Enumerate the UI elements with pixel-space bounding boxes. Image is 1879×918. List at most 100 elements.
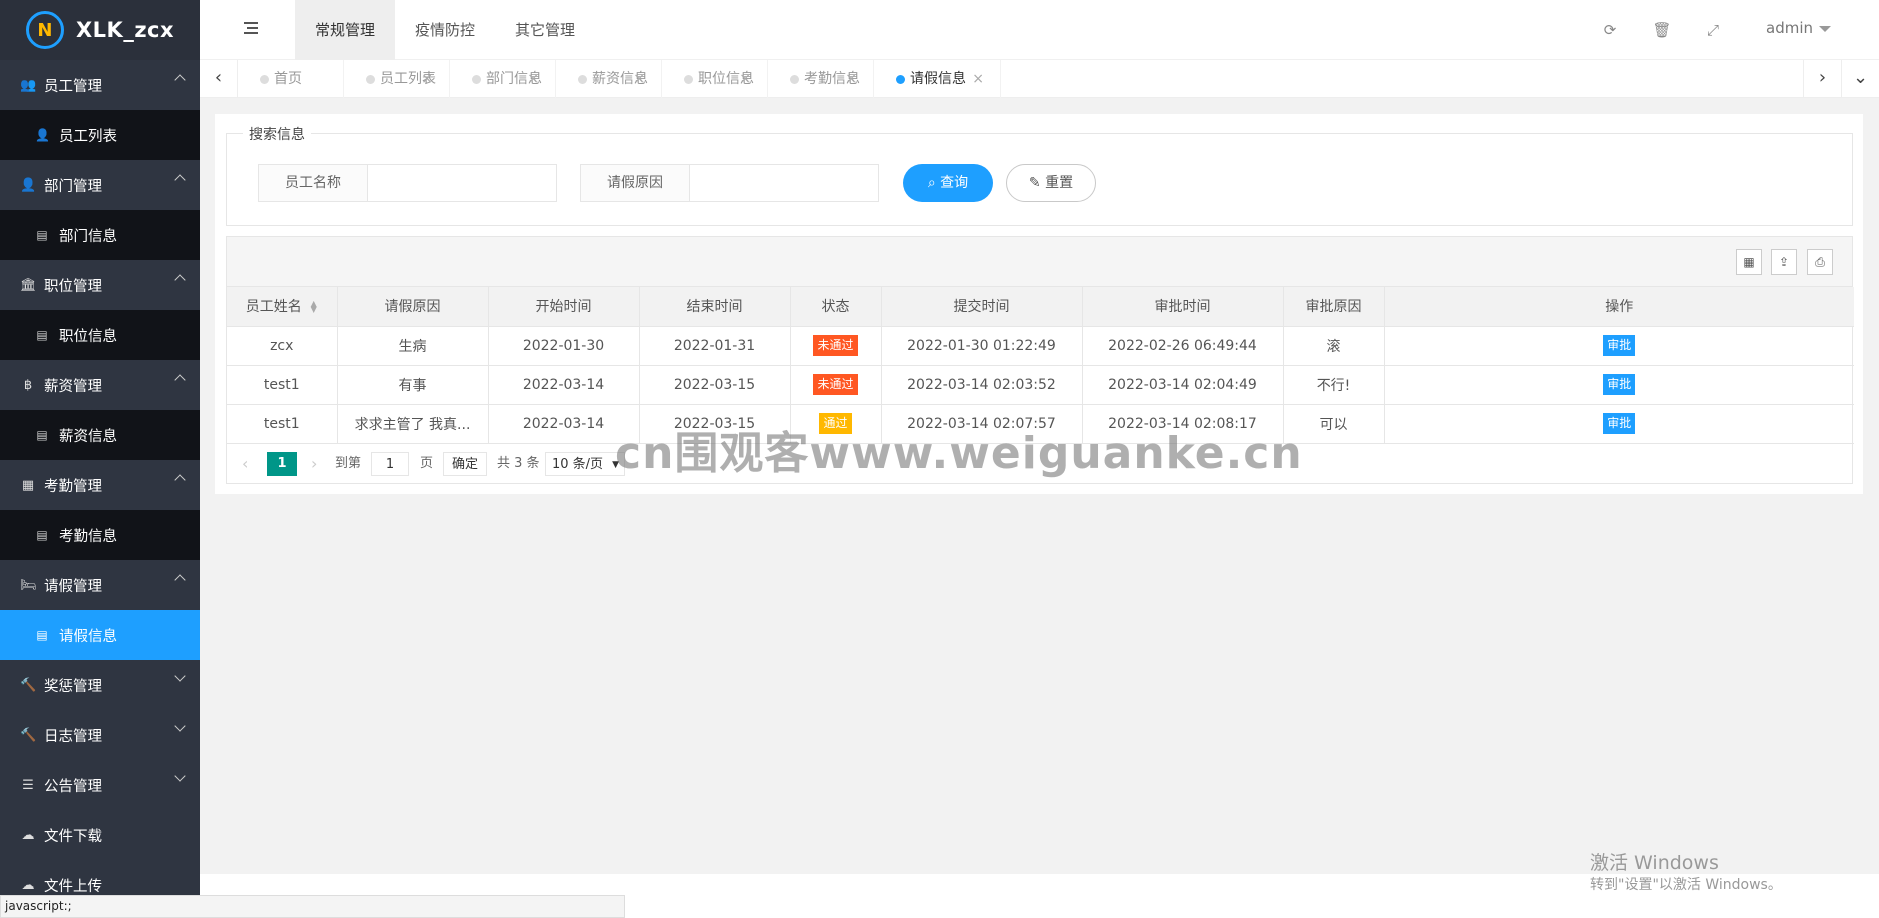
sidebar-item-13[interactable]: 🔨 日志管理 xyxy=(0,710,200,760)
leave-reason-input[interactable] xyxy=(689,164,879,202)
chevron-up-icon xyxy=(174,274,186,286)
page-tab-5[interactable]: 考勤信息 × xyxy=(768,60,874,98)
sidebar-item-label: 文件上传 xyxy=(44,878,102,895)
cell-text: 有事 xyxy=(398,377,427,394)
close-icon[interactable]: × xyxy=(421,60,433,98)
search-icon: ⌕ xyxy=(927,175,941,191)
page-tab-1[interactable]: 员工列表 × xyxy=(344,60,450,98)
table-cell: test1 xyxy=(227,365,338,405)
goto-page-input[interactable]: 1 xyxy=(371,451,409,476)
tab-dot-icon xyxy=(896,75,905,84)
cell-text: 2022-03-14 xyxy=(522,415,605,432)
sort-icon[interactable]: ▲ ▼ xyxy=(310,300,318,314)
query-button-label: 查询 xyxy=(940,175,969,191)
close-icon[interactable]: × xyxy=(972,60,984,98)
menu-toggle-icon[interactable] xyxy=(244,22,258,34)
sidebar-item-label: 请假管理 xyxy=(44,578,102,595)
close-icon[interactable]: × xyxy=(633,60,645,98)
column-header-label: 审批时间 xyxy=(1154,299,1211,316)
approve-button[interactable]: 审批 xyxy=(1603,413,1636,434)
sidebar-item-14[interactable]: ☰ 公告管理 xyxy=(0,760,200,810)
sidebar-item-7[interactable]: ▤ 薪资信息 xyxy=(0,410,200,460)
table-icon: ▤ xyxy=(36,528,48,542)
table-cell: 有事 xyxy=(337,365,489,405)
goto-confirm-button[interactable]: 确定 xyxy=(443,451,488,476)
table-toolbar: ▦ ⇪ ⎙ xyxy=(227,237,1852,287)
table-cell: 2022-01-30 xyxy=(488,326,640,366)
menu-tab-epidemic[interactable]: 疫情防控 xyxy=(395,0,495,60)
tab-dot-icon xyxy=(578,75,587,84)
table-cell: 2022-03-15 xyxy=(639,365,791,405)
cell-text: 生病 xyxy=(398,338,427,355)
page-tab-4[interactable]: 职位信息 × xyxy=(662,60,768,98)
windows-activation-hint: 转到"设置"以激活 Windows。 xyxy=(1590,877,1782,893)
query-button[interactable]: ⌕ 查询 xyxy=(903,164,993,202)
current-page[interactable]: 1 xyxy=(267,451,297,476)
sidebar-item-8[interactable]: ▦ 考勤管理 xyxy=(0,460,200,510)
sidebar-item-label: 员工管理 xyxy=(44,78,102,95)
sidebar-item-label: 薪资信息 xyxy=(59,428,117,445)
sidebar-item-6[interactable]: ฿ 薪资管理 xyxy=(0,360,200,410)
sidebar-item-1[interactable]: 👤 员工列表 xyxy=(0,110,200,160)
column-header: 开始时间 xyxy=(488,287,640,327)
table-cell: 审批 xyxy=(1384,326,1854,366)
user-menu[interactable]: admin xyxy=(1766,19,1831,37)
sidebar-item-2[interactable]: 👤 部门管理 xyxy=(0,160,200,210)
cell-text: 2022-01-30 xyxy=(522,337,605,354)
menu-tab-other[interactable]: 其它管理 xyxy=(495,0,595,60)
table-cell: 未通过 xyxy=(790,326,882,366)
tab-scroll-right-icon[interactable]: › xyxy=(1803,60,1841,98)
refresh-icon[interactable]: ⟳ xyxy=(1600,20,1620,40)
menu-tab-regular[interactable]: 常规管理 xyxy=(295,0,396,60)
sidebar-item-5[interactable]: ▤ 职位信息 xyxy=(0,310,200,360)
leave-reason-label: 请假原因 xyxy=(580,164,690,202)
sidebar-item-10[interactable]: 🛏 请假管理 xyxy=(0,560,200,610)
sidebar-item-9[interactable]: ▤ 考勤信息 xyxy=(0,510,200,560)
page-tab-3[interactable]: 薪资信息 × xyxy=(556,60,662,98)
cloud-download-icon: ☁ xyxy=(21,827,35,843)
sidebar-item-0[interactable]: 👥 员工管理 xyxy=(0,60,200,110)
column-header[interactable]: 员工姓名 ▲ ▼ xyxy=(227,287,338,327)
table-cell: zcx xyxy=(227,326,338,366)
approve-button[interactable]: 审批 xyxy=(1603,335,1636,356)
employee-name-input[interactable] xyxy=(367,164,557,202)
sidebar-item-label: 职位信息 xyxy=(59,328,117,345)
column-header: 审批原因 xyxy=(1283,287,1385,327)
table-icon: ▤ xyxy=(36,628,48,642)
fullscreen-icon[interactable]: ⤢ xyxy=(1703,20,1723,40)
page-tab-6[interactable]: 请假信息 × xyxy=(874,60,1001,98)
column-header-label: 审批原因 xyxy=(1305,299,1362,316)
columns-filter-icon[interactable]: ▦ xyxy=(1736,249,1762,275)
watermark: cn围观客www.weiguanke.cn xyxy=(615,428,1303,479)
tab-dot-icon xyxy=(472,75,481,84)
sidebar-item-15[interactable]: ☁ 文件下载 xyxy=(0,810,200,860)
table-cell: 滚 xyxy=(1283,326,1385,366)
goto-suffix: 页 xyxy=(420,455,434,471)
tab-menu-chevron-down-icon[interactable]: ⌄ xyxy=(1841,60,1879,98)
prev-page-icon[interactable]: ‹ xyxy=(242,452,248,476)
export-icon[interactable]: ⇪ xyxy=(1771,249,1797,275)
close-icon[interactable]: × xyxy=(527,60,539,98)
cell-text: 2022-02-26 06:49:44 xyxy=(1108,337,1257,354)
chevron-down-icon xyxy=(174,720,186,732)
sidebar-item-11[interactable]: ▤ 请假信息 xyxy=(0,610,200,660)
page-tab-2[interactable]: 部门信息 × xyxy=(450,60,556,98)
reset-button[interactable]: ✎ 重置 xyxy=(1006,164,1096,202)
tab-scroll-left-icon[interactable]: ‹ xyxy=(200,60,238,98)
sidebar-item-label: 员工列表 xyxy=(59,128,117,145)
close-icon[interactable]: × xyxy=(739,60,751,98)
cell-text: 2022-03-15 xyxy=(673,376,756,393)
print-icon[interactable]: ⎙ xyxy=(1807,249,1833,275)
page-size-select[interactable]: 10 条/页 xyxy=(545,451,625,477)
tab-dot-icon xyxy=(684,75,693,84)
trash-icon[interactable]: 🗑 xyxy=(1652,20,1672,40)
sidebar-item-12[interactable]: 🔨 奖惩管理 xyxy=(0,660,200,710)
sidebar-item-4[interactable]: 🏛 职位管理 xyxy=(0,260,200,310)
sidebar-item-3[interactable]: ▤ 部门信息 xyxy=(0,210,200,260)
sidebar-item-label: 日志管理 xyxy=(44,728,102,745)
close-icon[interactable]: × xyxy=(845,60,857,98)
approve-button[interactable]: 审批 xyxy=(1603,374,1636,395)
page-tab-0[interactable]: 首页 xyxy=(238,60,344,98)
next-page-icon[interactable]: › xyxy=(311,452,317,476)
logo[interactable]: N XLK_zcx xyxy=(0,0,200,60)
